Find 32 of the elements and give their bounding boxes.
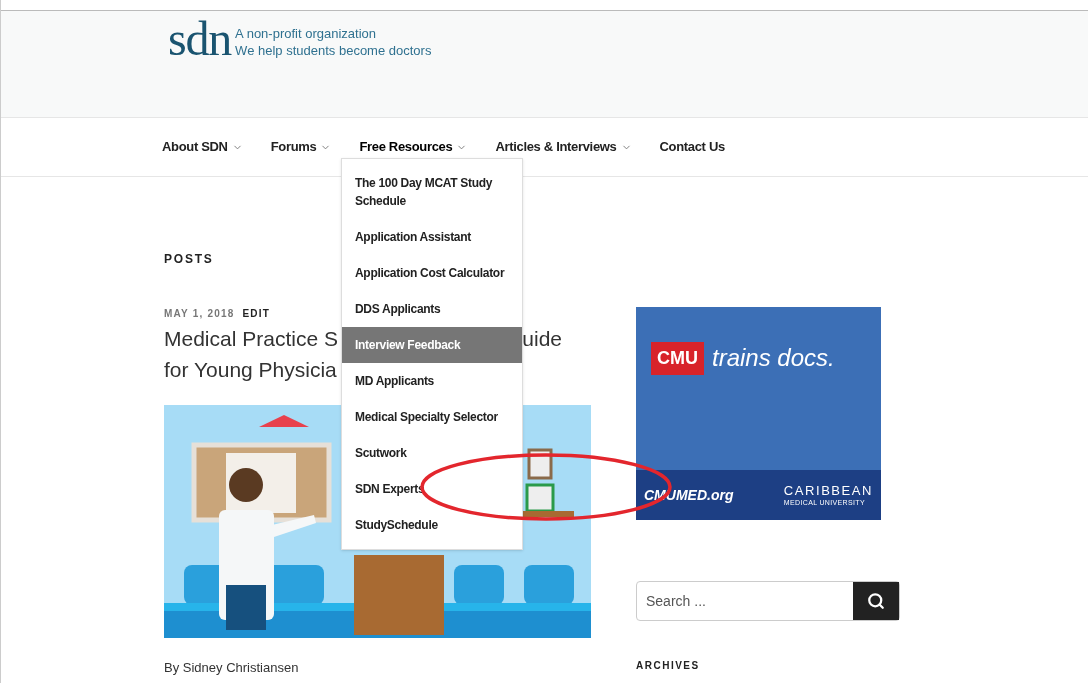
post-byline: By Sidney Christiansen	[164, 659, 300, 677]
site-tagline: We help students become doctors	[235, 42, 432, 59]
ad-headline: trains docs.	[712, 343, 835, 373]
site-tagline: A non-profit organization	[235, 25, 378, 42]
ad-school: CARIBBEAN	[783, 483, 873, 498]
dropdown-item[interactable]: StudySchedule	[342, 507, 522, 543]
post-date: MAY 1, 2018	[164, 307, 235, 321]
search-button[interactable]	[853, 582, 899, 620]
dropdown-item[interactable]: Application Assistant	[342, 219, 522, 255]
nav-link[interactable]: About SDN	[162, 137, 243, 157]
dropdown-item[interactable]: MD Applicants	[342, 363, 522, 399]
dropdown-item[interactable]: The 100 Day MCAT Study Schedule	[342, 165, 522, 219]
nav-link[interactable]: Free Resources	[359, 137, 468, 157]
ad-badge: CMU	[651, 341, 704, 375]
dropdown-item[interactable]: DDS Applicants	[342, 291, 522, 327]
search-icon	[867, 592, 885, 610]
section-heading: ARCHIVES	[636, 659, 701, 673]
dropdown-item[interactable]: Medical Specialty Selector	[342, 399, 522, 435]
search-bar[interactable]: Search ...	[636, 581, 900, 621]
nav-link[interactable]: Contact Us	[659, 137, 725, 157]
edit-link[interactable]: EDIT	[242, 306, 271, 321]
dropdown-item[interactable]: Scutwork	[342, 435, 522, 471]
post-title[interactable]: uide	[522, 323, 562, 354]
site-logo[interactable]: sdn	[168, 15, 232, 63]
dropdown-item[interactable]: Interview Feedback	[342, 327, 522, 363]
nav-link[interactable]: Articles & Interviews	[495, 137, 632, 157]
section-heading: POSTS	[164, 251, 215, 268]
dropdown-item[interactable]: Application Cost Calculator	[342, 255, 522, 291]
search-field[interactable]: Search ...	[637, 582, 853, 620]
post-title[interactable]: Medical Practice S	[164, 323, 338, 354]
nav-link[interactable]: Forums	[270, 137, 332, 157]
post-title[interactable]: for Young Physicia	[164, 354, 337, 385]
